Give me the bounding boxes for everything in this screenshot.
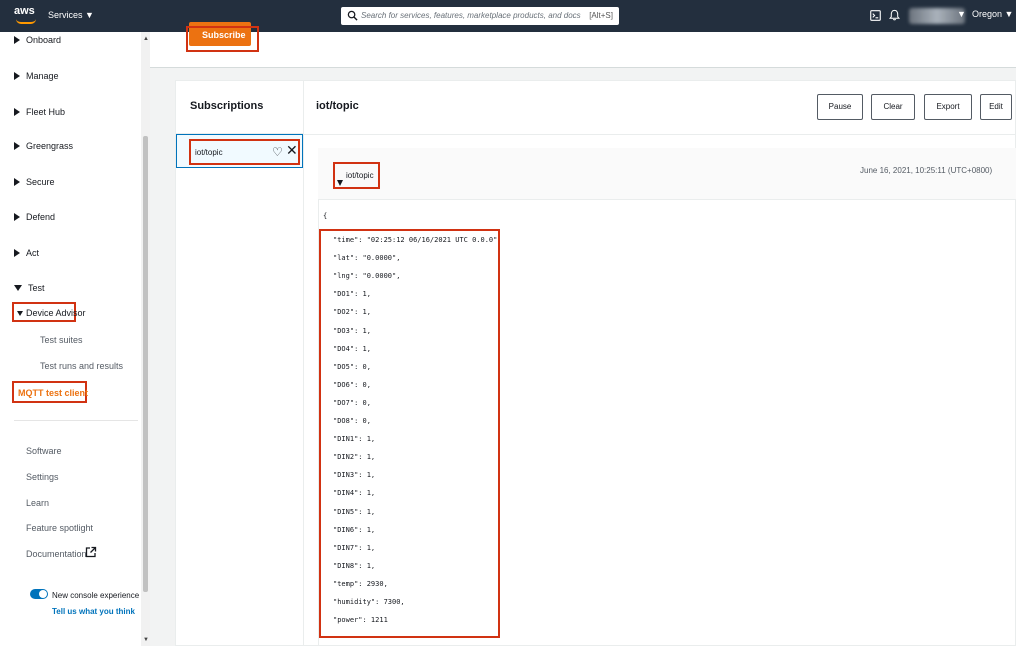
collapse-arrow-icon [14,285,22,291]
nav-test-suites[interactable]: Test suites [40,335,83,345]
nav-manage[interactable]: Manage [14,71,59,81]
sidebar-scroll-thumb[interactable] [143,136,148,592]
nav-learn[interactable]: Learn [26,498,49,508]
external-link-icon [85,546,97,558]
nav-test-runs[interactable]: Test runs and results [40,361,123,371]
nav-act[interactable]: Act [14,248,39,258]
highlight-box [186,26,259,52]
message-timestamp: June 16, 2021, 10:25:11 (UTC+0800) [860,166,993,175]
search-placeholder: Search for services, features, marketpla… [361,11,581,20]
subscriptions-list [175,134,304,646]
services-menu[interactable]: Services ▼ [48,10,94,20]
aws-logo[interactable]: aws [14,5,40,27]
favorite-heart-icon[interactable]: ♡ [272,145,283,159]
expand-arrow-icon [14,72,20,80]
nav-greengrass[interactable]: Greengrass [14,141,73,151]
nav-secure-label: Secure [26,177,55,187]
aws-logo-text: aws [14,5,35,17]
nav-feature-spotlight[interactable]: Feature spotlight [26,523,93,533]
nav-test-label: Test [28,283,45,293]
expand-arrow-icon [14,178,20,186]
expand-arrow-icon [14,108,20,116]
nav-onboard-label: Onboard [26,35,62,45]
new-console-label: New console experience [52,591,140,600]
region-selector[interactable]: Oregon ▼ [972,9,1013,19]
highlight-box [333,162,380,189]
nav-documentation[interactable]: Documentation [26,546,97,559]
nav-fleet-hub-label: Fleet Hub [26,107,66,117]
search-input[interactable]: Search for services, features, marketpla… [341,7,619,25]
nav-defend[interactable]: Defend [14,212,55,222]
nav-act-label: Act [26,248,40,258]
scroll-down-arrow-icon[interactable]: ▼ [143,637,149,643]
toggle-knob [39,590,47,598]
nav-test[interactable]: Test [14,283,45,293]
pause-button[interactable]: Pause [817,94,863,120]
subscriptions-title: Subscriptions [190,100,264,112]
payload-line: { [323,212,328,220]
nav-defend-label: Defend [26,212,56,222]
highlight-box [319,229,500,638]
sidebar-divider [14,420,138,421]
notifications-bell-icon[interactable] [889,9,900,21]
nav-device-advisor[interactable]: Device Advisor [17,308,86,318]
feedback-link[interactable]: Tell us what you think [52,607,135,616]
scroll-up-arrow-icon[interactable]: ▲ [143,36,149,42]
close-icon[interactable]: ✕ [286,142,298,159]
aws-smile-icon [16,19,36,24]
search-icon [347,10,358,21]
nav-greengrass-label: Greengrass [26,141,74,151]
nav-device-advisor-label: Device Advisor [26,308,86,318]
expand-arrow-icon [14,142,20,150]
new-console-toggle[interactable] [30,589,48,599]
nav-mqtt-test-client[interactable]: MQTT test client [18,388,88,398]
export-button[interactable]: Export [924,94,972,120]
topic-title: iot/topic [316,100,359,112]
nav-fleet-hub[interactable]: Fleet Hub [14,107,65,117]
account-menu-caret[interactable]: ▼ [957,9,966,19]
clear-button[interactable]: Clear [871,94,915,120]
edit-button[interactable]: Edit [980,94,1012,120]
nav-onboard[interactable]: Onboard [14,35,61,45]
topic-header-divider [304,134,1016,135]
subscription-item-label: iot/topic [195,148,223,157]
nav-manage-label: Manage [26,71,59,81]
expand-arrow-icon [14,213,20,221]
expand-arrow-icon [14,249,20,257]
search-shortcut-hint: [Alt+S] [589,11,613,20]
expand-arrow-icon [14,36,20,44]
nav-documentation-label: Documentation [26,549,87,559]
collapse-arrow-icon [17,311,23,316]
cloudshell-icon[interactable] [870,10,881,21]
nav-software[interactable]: Software [26,446,62,456]
nav-secure[interactable]: Secure [14,177,55,187]
top-navigation-bar: aws Services ▼ Search for services, feat… [0,0,1016,32]
nav-settings[interactable]: Settings [26,472,59,482]
main-top-region [150,32,1016,68]
